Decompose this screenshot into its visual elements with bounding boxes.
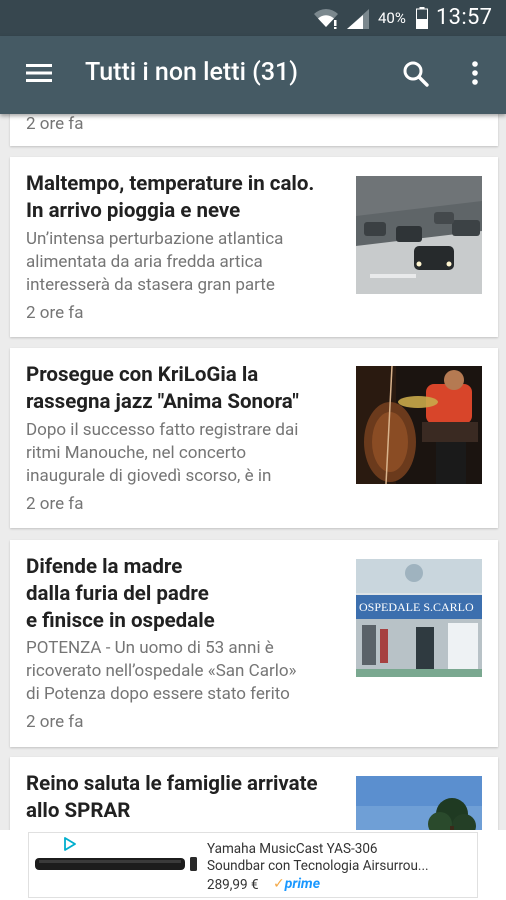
snowy-traffic-photo — [356, 176, 482, 294]
ad-price: 289,99 € — [207, 877, 259, 893]
article-summary: POTENZA - Un uomo di 53 anni è ricoverat… — [26, 638, 297, 704]
article-card[interactable]: Reino saluta le famiglie arrivate allo S… — [10, 757, 498, 830]
article-feed: 2 ore fa Maltempo, temperature in calo. … — [0, 114, 506, 830]
ad-product-title: Yamaha MusicCast YAS-306 Soundbar con Te… — [207, 841, 429, 874]
article-summary: Dopo il successo fatto registrare dai ri… — [26, 420, 299, 486]
article-card[interactable]: Difende la madre dalla furia del padre e… — [10, 540, 498, 747]
hospital-entrance-photo: OSPEDALE S.CARLO — [356, 559, 482, 677]
adchoices-icon[interactable] — [63, 837, 77, 851]
search-icon[interactable] — [402, 60, 430, 88]
article-card[interactable]: Maltempo, temperature in calo. In arrivo… — [10, 157, 498, 337]
cell-signal-icon — [347, 9, 369, 29]
page-title: Tutti i non letti (31) — [85, 58, 298, 87]
clock: 13:57 — [436, 5, 493, 30]
article-summary: Un’intensa perturbazione atlantica alime… — [26, 229, 284, 295]
ad-banner: Yamaha MusicCast YAS-306 Soundbar con Te… — [0, 830, 506, 900]
tree-sky-photo — [356, 776, 482, 830]
svg-text:OSPEDALE S.CARLO: OSPEDALE S.CARLO — [359, 600, 474, 614]
article-time: 2 ore fa — [26, 303, 84, 323]
article-time: 2 ore fa — [26, 712, 84, 732]
battery-percentage: 40% — [378, 9, 406, 27]
wifi-icon — [314, 9, 338, 29]
article-title: Difende la madre dalla furia del padre e… — [26, 555, 215, 633]
prime-check-icon: ✓ — [273, 876, 285, 892]
status-bar: 40% 13:57 — [0, 0, 506, 36]
jazz-musicians-photo — [356, 366, 482, 484]
article-time: 2 ore fa — [26, 114, 84, 134]
article-title: Prosegue con KriLoGia la rassegna jazz "… — [26, 363, 299, 414]
article-card[interactable]: Prosegue con KriLoGia la rassegna jazz "… — [10, 348, 498, 528]
article-title: Maltempo, temperature in calo. In arrivo… — [26, 172, 315, 223]
prime-badge: ✓prime — [273, 876, 321, 892]
app-bar: Tutti i non letti (31) — [0, 36, 506, 114]
hamburger-menu-icon[interactable] — [26, 62, 52, 84]
article-card-partial[interactable]: 2 ore fa — [10, 114, 498, 146]
article-title: Reino saluta le famiglie arrivate allo S… — [26, 772, 318, 823]
article-time: 2 ore fa — [26, 494, 84, 514]
ad-product-link[interactable]: Yamaha MusicCast YAS-306 Soundbar con Te… — [28, 832, 478, 898]
overflow-menu-icon[interactable] — [466, 60, 484, 88]
soundbar-product-image — [35, 857, 197, 871]
battery-icon — [416, 7, 428, 29]
